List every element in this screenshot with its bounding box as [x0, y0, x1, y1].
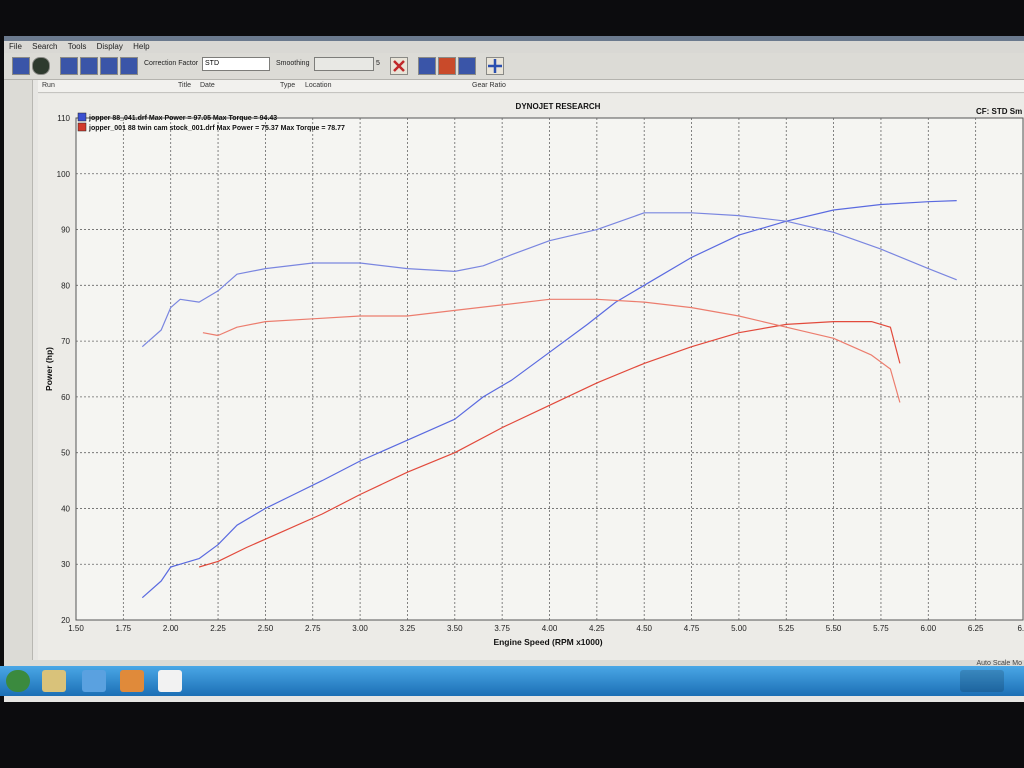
x-tick-label: 4.25 — [589, 624, 605, 633]
menu-display[interactable]: Display — [94, 42, 126, 51]
dyno-chart: 1.50 1.75 2.00 2.25 2.50 2.75 3.00 3.25 3.50 3.75… — [44, 102, 1024, 647]
graph-overlay-button[interactable] — [100, 57, 118, 75]
y-tick-label: 100 — [57, 170, 71, 179]
x-tick-label: 3.75 — [494, 624, 510, 633]
x-tick-label: 5.75 — [873, 624, 889, 633]
y-axis-label: Power (hp) — [44, 347, 54, 391]
y-tick-label: 80 — [61, 281, 70, 290]
y-tick-label: 30 — [61, 560, 70, 569]
smoothing-label: Smoothing — [276, 60, 310, 67]
correction-factor-select[interactable]: STD — [202, 57, 270, 71]
run-list-header: Run Title Date Type Location Gear Ratio — [38, 80, 1024, 93]
start-orb-icon[interactable] — [6, 670, 30, 692]
x-tick-label: 6.25 — [968, 624, 984, 633]
browser-icon[interactable] — [82, 670, 106, 692]
measure-button[interactable] — [458, 57, 476, 75]
correction-factor-label: Correction Factor — [144, 60, 199, 67]
graph-grid-button[interactable] — [80, 57, 98, 75]
legend-entry: jopper 88_041.drf Max Power = 97.05 Max … — [88, 115, 277, 122]
legend-swatch — [77, 122, 87, 132]
x-tick-label: 3.25 — [400, 624, 416, 633]
column-title[interactable]: Title — [178, 80, 191, 92]
menu-file[interactable]: File — [6, 42, 25, 51]
correction-factor-note: CF: STD Sm — [976, 107, 1022, 116]
y-tick-label: 90 — [61, 226, 70, 235]
close-run-icon[interactable] — [390, 57, 408, 75]
globe-icon[interactable] — [32, 57, 50, 75]
x-tick-label: 4.00 — [542, 624, 558, 633]
zoom-button[interactable] — [418, 57, 436, 75]
menu-search[interactable]: Search — [29, 42, 60, 51]
y-tick-label: 110 — [57, 114, 70, 123]
crosshair-glyph-icon — [488, 59, 502, 73]
x-tick-label: 6.5 — [1017, 624, 1024, 633]
column-type[interactable]: Type — [280, 80, 295, 92]
x-tick-label: 2.25 — [210, 624, 226, 633]
runs-button[interactable] — [12, 57, 30, 75]
column-run[interactable]: Run — [42, 80, 55, 92]
x-tick-label: 4.50 — [636, 624, 652, 633]
column-date[interactable]: Date — [200, 80, 215, 92]
dynojet-app-icon[interactable] — [158, 670, 182, 692]
crosshair-icon[interactable] — [486, 57, 504, 75]
left-panel-strip — [4, 80, 33, 660]
system-tray-icon[interactable] — [960, 670, 1004, 692]
x-tick-label: 6.00 — [921, 624, 937, 633]
y-tick-label: 60 — [61, 393, 70, 402]
x-tick-label: 1.50 — [68, 624, 84, 633]
legend-swatch — [77, 112, 87, 122]
x-tick-label: 2.75 — [305, 624, 321, 633]
column-gear-ratio[interactable]: Gear Ratio — [472, 80, 506, 92]
x-mark-icon — [393, 60, 405, 72]
media-player-icon[interactable] — [120, 670, 144, 692]
x-tick-label: 3.00 — [352, 624, 368, 633]
menu-tools[interactable]: Tools — [65, 42, 90, 51]
toolbar: Correction Factor STD Smoothing 5 — [4, 53, 1024, 80]
legend-entry: jopper_001 88 twin cam stock_001.drf Max… — [88, 125, 345, 132]
chart-title: DYNOJET RESEARCH — [516, 102, 601, 111]
windows-taskbar — [0, 666, 1024, 696]
graph-table-button[interactable] — [120, 57, 138, 75]
smoothing-value: 5 — [376, 60, 380, 67]
record-button[interactable] — [438, 57, 456, 75]
x-tick-label: 5.25 — [778, 624, 794, 633]
menu-help[interactable]: Help — [130, 42, 152, 51]
x-tick-label: 3.50 — [447, 624, 463, 633]
column-location[interactable]: Location — [305, 80, 331, 92]
x-tick-label: 4.75 — [684, 624, 700, 633]
monitor-brand-logo — [480, 714, 550, 730]
graph-button[interactable] — [60, 57, 78, 75]
x-axis-label: Engine Speed (RPM x1000) — [493, 637, 602, 647]
x-tick-label: 5.50 — [826, 624, 842, 633]
y-tick-label: 20 — [61, 616, 70, 625]
x-tick-label: 2.50 — [258, 624, 274, 633]
smoothing-slider[interactable] — [314, 57, 374, 71]
y-tick-label: 40 — [61, 504, 70, 513]
dyno-graph-panel: 1.50 1.75 2.00 2.25 2.50 2.75 3.00 3.25 3.50 3.75… — [38, 94, 1024, 660]
folder-icon[interactable] — [42, 670, 66, 692]
menu-bar: File Search Tools Display Help — [4, 41, 1024, 53]
y-tick-label: 50 — [61, 449, 70, 458]
x-tick-label: 5.00 — [731, 624, 747, 633]
monitor-screen: File Search Tools Display Help Correctio… — [4, 36, 1024, 702]
y-tick-label: 70 — [61, 337, 70, 346]
x-tick-label: 1.75 — [116, 624, 132, 633]
x-tick-label: 2.00 — [163, 624, 179, 633]
